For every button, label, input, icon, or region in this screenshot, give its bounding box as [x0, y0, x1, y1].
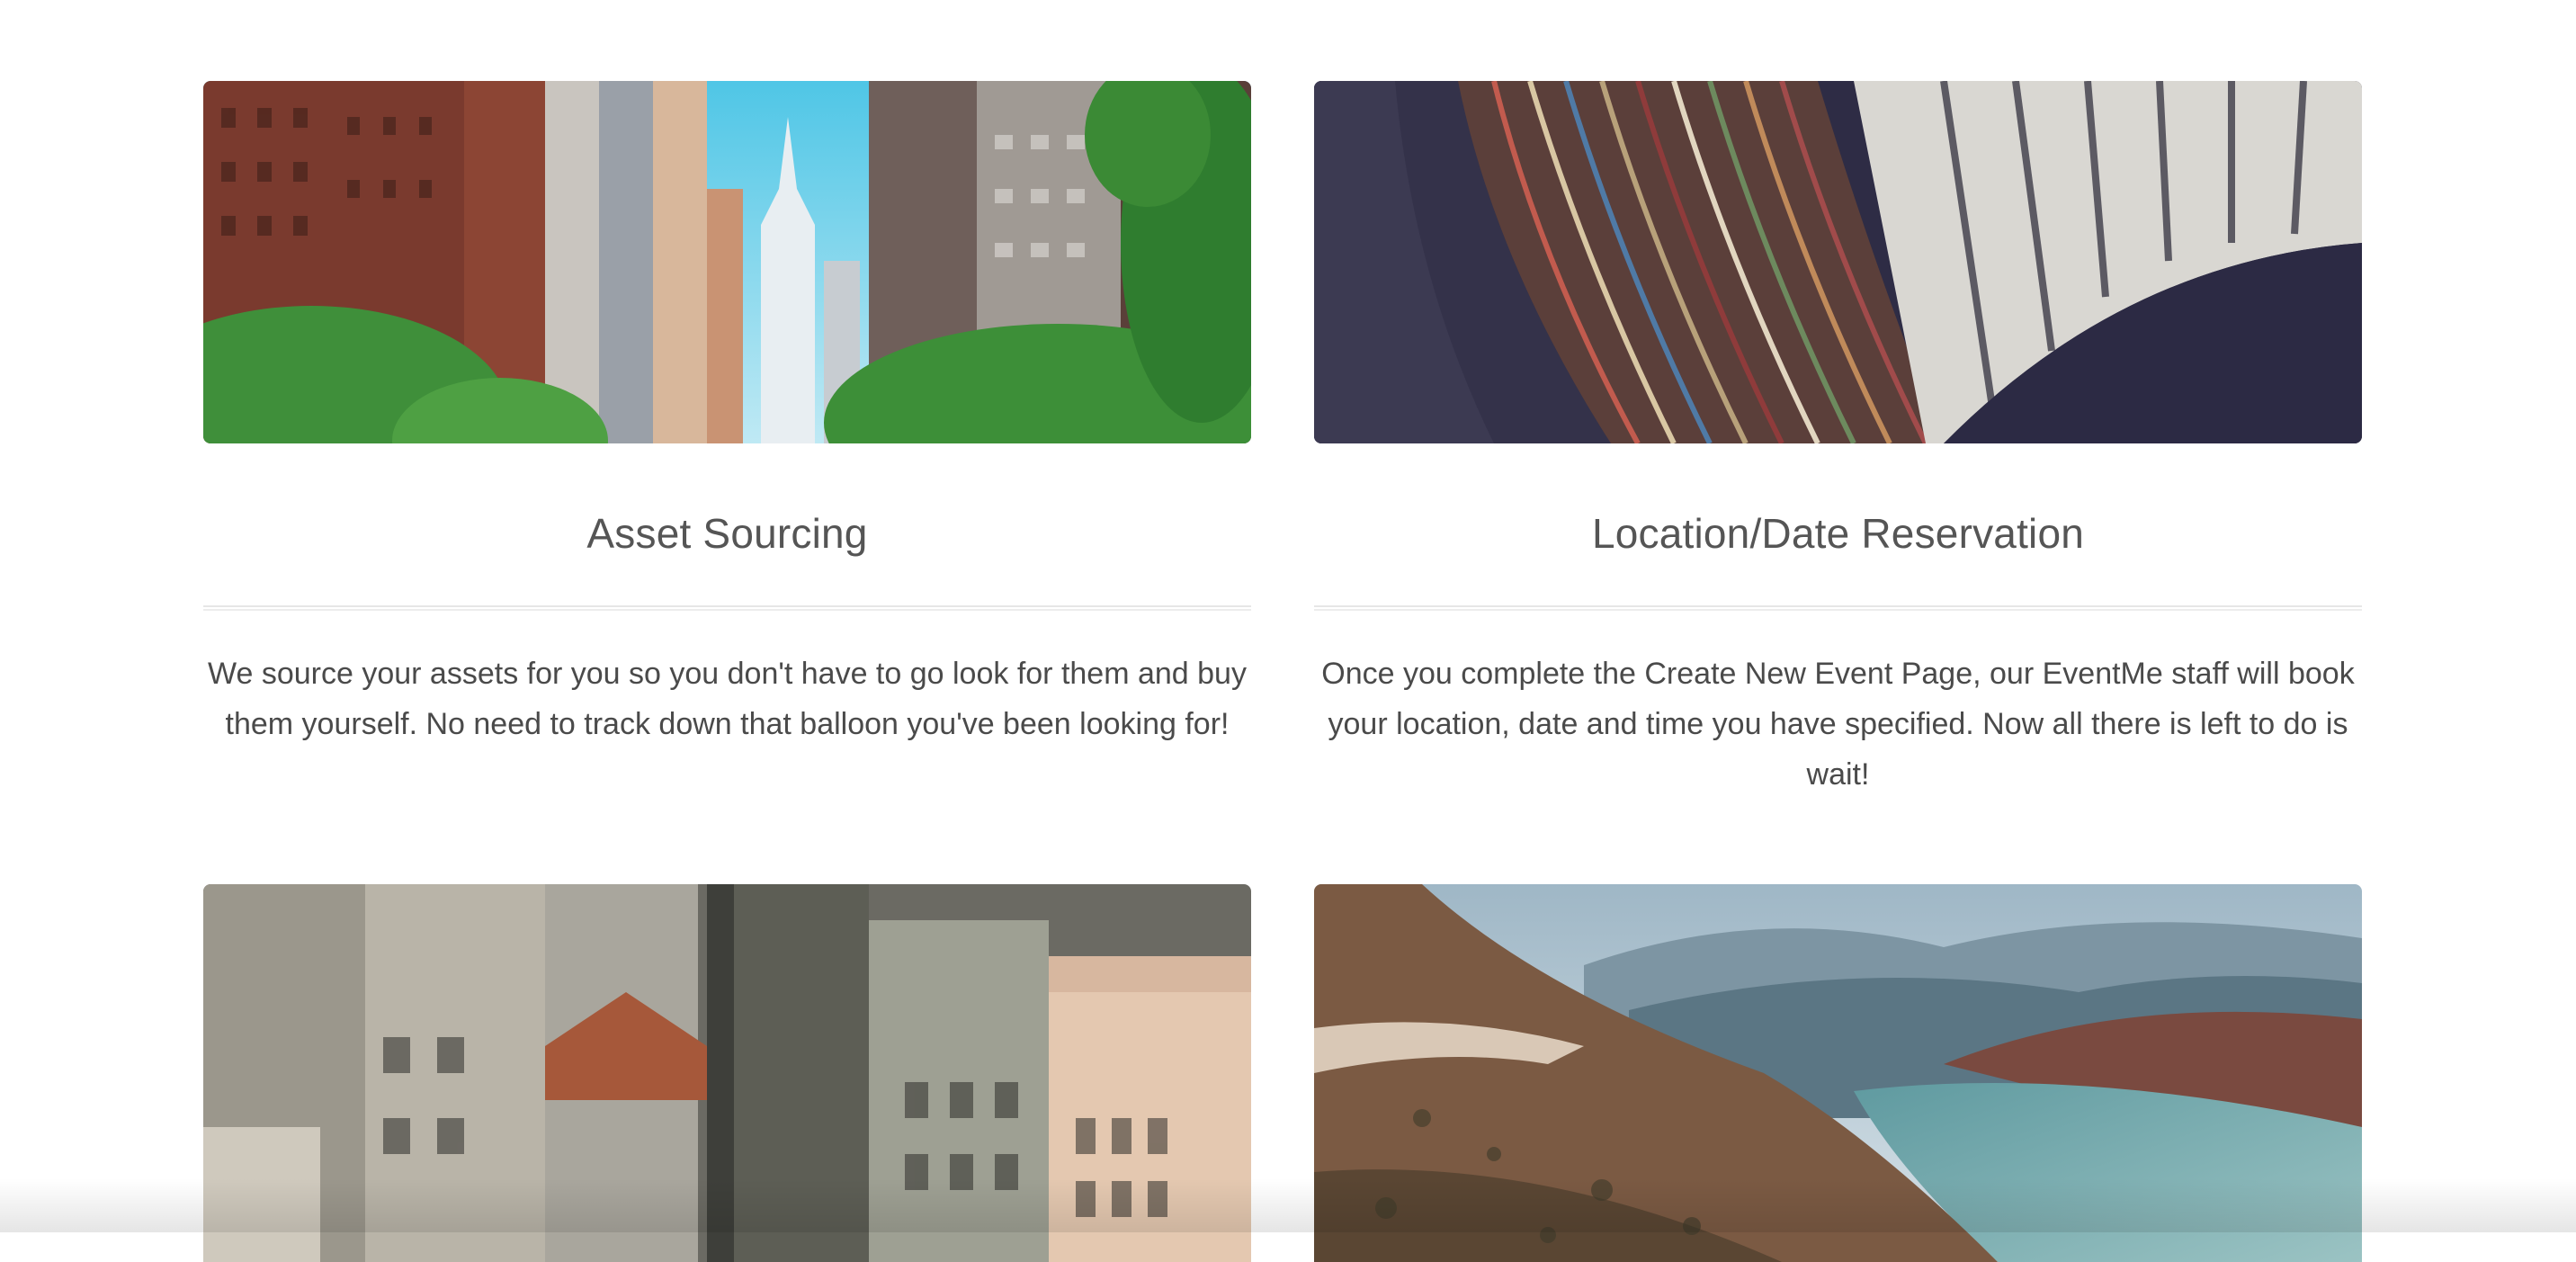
- divider: [203, 605, 1251, 611]
- card-description: Once you complete the Create New Event P…: [1321, 657, 2355, 792]
- card-description: We source your assets for you so you don…: [208, 657, 1247, 741]
- card-title: Location/Date Reservation: [1591, 510, 2085, 557]
- service-card-3: [203, 884, 1251, 1262]
- rooftops-aerial-photo: [203, 884, 1251, 1262]
- library-bookshelves-photo: [1314, 81, 2362, 443]
- city-street-skyscrapers-photo: [203, 81, 1251, 443]
- card-title: Asset Sourcing: [586, 510, 868, 557]
- service-card-4: [1314, 884, 2362, 1262]
- mountain-lake-road-photo: [1314, 884, 2362, 1262]
- divider: [1314, 605, 2362, 611]
- service-card-location-date-reservation: Location/Date Reservation Once you compl…: [1314, 81, 2362, 800]
- service-card-asset-sourcing: Asset Sourcing We source your assets for…: [203, 81, 1251, 749]
